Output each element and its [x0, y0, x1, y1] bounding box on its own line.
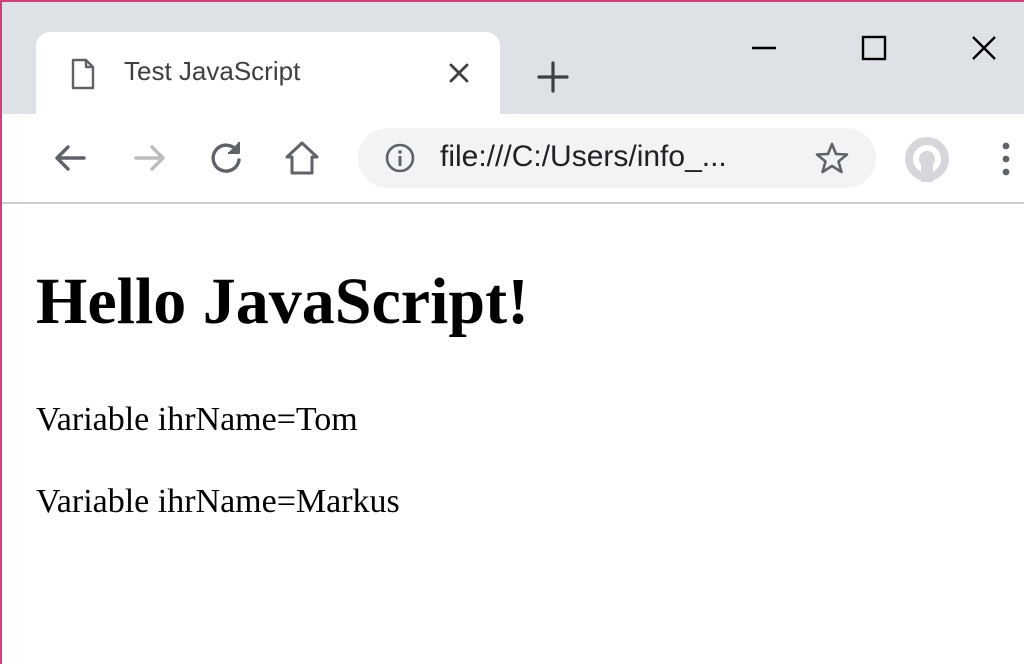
home-button[interactable] — [280, 136, 324, 180]
new-tab-button[interactable] — [534, 58, 572, 96]
document-icon — [71, 58, 95, 90]
close-window-button[interactable] — [964, 28, 1004, 68]
paragraph-1: Variable ihrName=Tom — [36, 401, 358, 438]
minimize-button[interactable] — [744, 28, 784, 68]
address-bar[interactable]: file:///C:/Users/info_... — [358, 128, 876, 188]
url-text[interactable]: file:///C:/Users/info_... — [440, 140, 727, 174]
bookmark-star-icon[interactable] — [814, 140, 850, 176]
maximize-button[interactable] — [854, 28, 894, 68]
kebab-menu-icon[interactable] — [996, 138, 1016, 180]
browser-window: Test JavaScript file:///C:/Users/info_..… — [0, 0, 1024, 664]
reload-button[interactable] — [204, 136, 248, 180]
forward-button[interactable] — [128, 136, 172, 180]
info-icon[interactable] — [384, 142, 416, 174]
browser-toolbar: file:///C:/Users/info_... — [2, 114, 1024, 204]
title-bar: Test JavaScript — [2, 2, 1024, 114]
page-heading: Hello JavaScript! — [36, 265, 530, 338]
back-button[interactable] — [48, 136, 92, 180]
browser-tab[interactable]: Test JavaScript — [36, 32, 500, 114]
profile-avatar[interactable] — [904, 136, 950, 182]
tab-close-icon[interactable] — [444, 58, 474, 88]
tab-title: Test JavaScript — [124, 56, 301, 86]
paragraph-2: Variable ihrName=Markus — [36, 483, 400, 520]
page-content: Hello JavaScript! Variable ihrName=Tom V… — [2, 204, 1024, 664]
